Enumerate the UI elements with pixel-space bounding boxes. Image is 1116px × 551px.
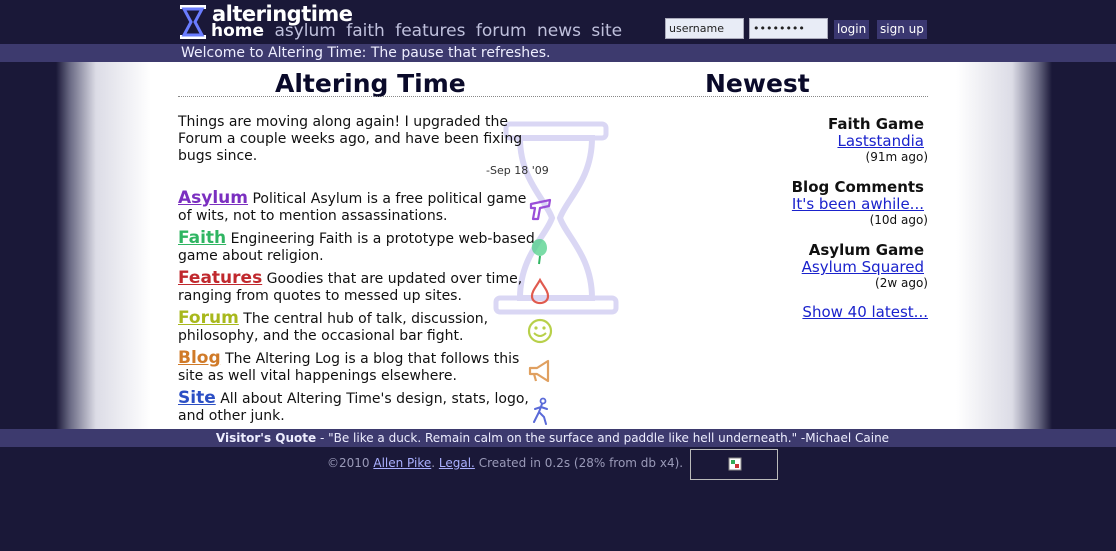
nav-news[interactable]: news [537,21,581,41]
main-nav: home asylum faith features forum news si… [211,21,627,41]
visitor-quote-bar: Visitor's Quote - "Be like a duck. Remai… [0,429,1116,447]
nav-faith[interactable]: faith [346,21,385,41]
show-latest-link[interactable]: Show 40 latest... [802,303,928,321]
nav-features[interactable]: features [395,21,465,41]
nav-forum[interactable]: forum [476,21,527,41]
megaphone-icon[interactable] [526,357,554,385]
page-title: Altering Time [275,69,466,98]
hourglass-logo-icon[interactable] [179,4,207,40]
welcome-bar: Welcome to Altering Time: The pause that… [0,44,1116,62]
section-site-desc: All about Altering Time's design, stats,… [178,391,529,424]
nav-site[interactable]: site [591,21,622,41]
running-man-icon[interactable] [526,397,554,425]
section-faith-desc: Engineering Faith is a prototype web-bas… [178,231,535,264]
section-blog-desc: The Altering Log is a blog that follows … [178,351,520,384]
welcome-text: Welcome to Altering Time: The pause that… [181,45,551,61]
newest-ago-1: (91m ago) [865,150,928,164]
section-site: Site All about Altering Time's design, s… [178,390,538,425]
legal-link[interactable]: Legal. [439,456,475,470]
signup-button[interactable]: sign up [877,20,927,39]
login-button[interactable]: login [834,20,870,39]
newest-link-2[interactable]: It's been awhile... [792,195,924,213]
newest-category-3: Asylum Game [808,241,924,259]
password-input[interactable] [749,18,828,39]
username-input[interactable] [665,18,744,39]
copyright-text: ©2010 [327,456,374,470]
section-asylum: Asylum Political Asylum is a free politi… [178,190,538,225]
section-forum: Forum The central hub of talk, discussio… [178,310,538,345]
title-divider [178,96,928,97]
section-faith: Faith Engineering Faith is a prototype w… [178,230,538,265]
newest-category-1: Faith Game [828,115,924,133]
visitor-quote-label: Visitor's Quote [215,431,317,445]
smiley-icon[interactable] [526,317,554,345]
site-header: alteringtime home asylum faith features … [0,0,1116,44]
section-site-link[interactable]: Site [178,388,216,408]
balloon-icon[interactable] [526,237,554,265]
newest-ago-3: (2w ago) [875,276,928,290]
newest-category-2: Blog Comments [791,178,924,196]
drop-icon[interactable] [526,277,554,305]
section-features: Features Goodies that are updated over t… [178,270,538,305]
newest-ago-2: (10d ago) [869,213,928,227]
author-link[interactable]: Allen Pike [373,456,431,470]
news-text: Things are moving along again! I upgrade… [178,114,523,164]
footer-badge[interactable] [690,449,778,480]
gun-icon[interactable] [526,197,554,225]
created-time-text: Created in 0.2s (28% from db x4). [474,456,684,470]
nav-home[interactable]: home [211,21,264,41]
separator-dot: . [431,456,439,470]
nav-asylum[interactable]: asylum [274,21,335,41]
newest-link-1[interactable]: Laststandia [837,132,924,150]
section-faith-link[interactable]: Faith [178,228,226,248]
section-blog: Blog The Altering Log is a blog that fol… [178,350,538,385]
section-features-link[interactable]: Features [178,268,262,288]
broken-image-icon [728,457,742,471]
section-asylum-link[interactable]: Asylum [178,188,248,208]
visitor-quote-text: - "Be like a duck. Remain calm on the su… [316,431,890,445]
section-forum-link[interactable]: Forum [178,308,239,328]
newest-link-3[interactable]: Asylum Squared [802,258,924,276]
newest-title: Newest [705,69,810,98]
visitor-quote: Visitor's Quote - "Be like a duck. Remai… [0,429,1105,447]
news-date: -Sep 18 '09 [486,164,549,177]
copyright-line: ©2010 Allen Pike. Legal. Created in 0.2s… [327,455,683,471]
section-blog-link[interactable]: Blog [178,348,221,368]
